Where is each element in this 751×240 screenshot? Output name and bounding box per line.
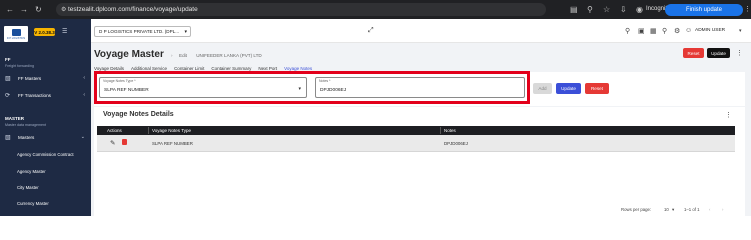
- sidebar: D P LOGISTICS V 2.0.38.3 ☰ FF Freight fo…: [0, 19, 91, 216]
- pagination-range: 1–1 of 1: [684, 207, 700, 212]
- page-title: Voyage Master: [94, 49, 164, 60]
- previous-page-icon[interactable]: ‹: [709, 207, 710, 212]
- settings-icon[interactable]: ⚙: [674, 27, 680, 35]
- update-top-label: Update: [711, 50, 726, 56]
- chevron-left-icon: ‹: [83, 92, 85, 98]
- section-title-master: MASTER: [5, 116, 24, 121]
- reset-button[interactable]: Reset: [585, 83, 609, 94]
- address-bar[interactable]: ⚙ testzealit.dplcom.com/finance/voyage/u…: [56, 3, 546, 16]
- column-separator: [440, 127, 441, 134]
- version-badge: V 2.0.38.3: [34, 28, 55, 36]
- sidebar-item-label: Masters: [18, 134, 35, 140]
- user-name[interactable]: ADMIN USER: [695, 28, 725, 33]
- zoom-icon[interactable]: ⚲: [587, 5, 593, 14]
- rows-per-page-select[interactable]: 10: [664, 207, 669, 212]
- table-more-options-icon[interactable]: ⋮: [725, 111, 732, 119]
- scan-icon[interactable]: ▣: [638, 27, 645, 35]
- sidebar-item-ff-transactions[interactable]: ⟳ FF Transactions ‹: [5, 90, 85, 100]
- more-options-icon[interactable]: ⋮: [736, 49, 743, 57]
- main-content: Voyage Master › Edit UNIFEEDER LANKA (PV…: [91, 43, 751, 216]
- pin-icon[interactable]: ⚲: [625, 27, 630, 35]
- bookmark-star-icon[interactable]: ☆: [603, 5, 610, 14]
- company-select[interactable]: D P LOGISTICS PRIVATE LTD. (DPL... ▾: [94, 26, 191, 37]
- column-separator: [148, 127, 149, 134]
- expand-icon[interactable]: ⤢: [368, 27, 374, 35]
- url-text: testzealit.dplcom.com/finance/voyage/upd…: [68, 6, 198, 13]
- update-top-button[interactable]: Update: [707, 48, 730, 58]
- more-menu-icon[interactable]: ⋮: [744, 5, 751, 13]
- search-icon[interactable]: ⚲: [662, 27, 667, 35]
- column-header-voyage-notes-type: Voyage Notes Type: [152, 128, 191, 133]
- browser-toolbar: ← → ↻ ⚙ testzealit.dplcom.com/finance/vo…: [0, 0, 751, 19]
- briefcase-icon: ▧: [5, 134, 11, 141]
- breadcrumb-separator: ›: [171, 53, 173, 58]
- table-title: Voyage Notes Details: [103, 111, 174, 118]
- briefcase-icon: ▧: [5, 75, 11, 82]
- sidebar-subitem-city-master[interactable]: City Master: [17, 185, 39, 190]
- back-icon[interactable]: ←: [6, 5, 14, 14]
- company-select-value: D P LOGISTICS PRIVATE LTD. (DPL...: [99, 29, 180, 34]
- incognito-icon: ◉: [636, 5, 643, 14]
- column-header-actions: Actions: [107, 128, 122, 133]
- add-button[interactable]: Add: [533, 83, 552, 94]
- section-subtitle-ff: Freight forwarding: [5, 64, 34, 68]
- sidebar-subitem-agency-commission-contract[interactable]: Agency Commission Contract: [17, 152, 74, 157]
- chevron-down-icon: ▾: [184, 28, 187, 35]
- notes-table-card: Voyage Notes Details ⋮ Actions Voyage No…: [94, 107, 745, 216]
- logo-text: D P LOGISTICS: [6, 36, 26, 40]
- translate-icon[interactable]: ▤: [570, 5, 578, 14]
- table-header: Actions Voyage Notes Type Notes: [97, 126, 735, 135]
- company-logo: D P LOGISTICS: [4, 26, 28, 42]
- section-subtitle-master: Master data management: [5, 123, 46, 127]
- update-label: Update: [561, 86, 576, 91]
- site-info-icon[interactable]: ⚙: [61, 6, 66, 13]
- chevron-left-icon: ‹: [83, 75, 85, 81]
- sidebar-subitem-agency-master[interactable]: Agency Master: [17, 169, 46, 174]
- delete-icon[interactable]: [122, 139, 127, 145]
- column-header-notes: Notes: [444, 128, 456, 133]
- finish-update-button[interactable]: Finish update: [665, 4, 743, 16]
- reset-top-button[interactable]: Reset: [683, 48, 704, 58]
- swap-icon: ⟳: [5, 92, 11, 99]
- table-row[interactable]: ✎ SLPA REF NUMBER DPJD006EJ: [97, 135, 735, 152]
- reset-label: Reset: [590, 86, 603, 91]
- breadcrumb-entity: UNIFEEDER LANKA (PVT) LTD: [196, 53, 262, 58]
- collapse-sidebar-icon[interactable]: ☰: [62, 28, 67, 35]
- forward-icon[interactable]: →: [20, 5, 28, 14]
- reload-icon[interactable]: ↻: [35, 5, 42, 14]
- section-title-ff: FF: [5, 57, 11, 62]
- edit-icon[interactable]: ✎: [110, 139, 115, 147]
- user-menu-chevron-icon[interactable]: ▾: [739, 28, 742, 34]
- breadcrumb-mode: Edit: [179, 53, 187, 58]
- user-icon[interactable]: ☺: [685, 27, 692, 34]
- download-icon[interactable]: ⇩: [620, 5, 627, 14]
- sidebar-item-masters[interactable]: ▧ Masters ⌄: [5, 132, 85, 142]
- reset-top-label: Reset: [687, 50, 700, 56]
- app-topbar: D P LOGISTICS PRIVATE LTD. (DPL... ▾ ⤢ ⚲…: [91, 19, 751, 43]
- breadcrumb: Edit UNIFEEDER LANKA (PVT) LTD: [179, 53, 262, 58]
- cell-voyage-notes-type: SLPA REF NUMBER: [152, 141, 193, 146]
- rows-per-page-chevron-icon[interactable]: ▾: [672, 207, 674, 213]
- chevron-down-icon: ⌄: [80, 134, 85, 140]
- rows-per-page-label: Rows per page:: [621, 207, 652, 212]
- add-label: Add: [538, 86, 547, 91]
- grid-icon[interactable]: ▦: [650, 27, 657, 35]
- finish-update-label: Finish update: [685, 7, 723, 13]
- next-page-icon[interactable]: ›: [722, 207, 723, 212]
- sidebar-subitem-currency-master[interactable]: Currency Master: [17, 201, 49, 206]
- sidebar-item-ff-masters[interactable]: ▧ FF Masters ‹: [5, 73, 85, 83]
- update-button[interactable]: Update: [556, 83, 581, 94]
- sidebar-item-label: FF Masters: [18, 75, 42, 81]
- highlight-box: [94, 71, 530, 104]
- sidebar-item-label: FF Transactions: [18, 92, 51, 98]
- cell-notes: DPJD006EJ: [444, 141, 468, 146]
